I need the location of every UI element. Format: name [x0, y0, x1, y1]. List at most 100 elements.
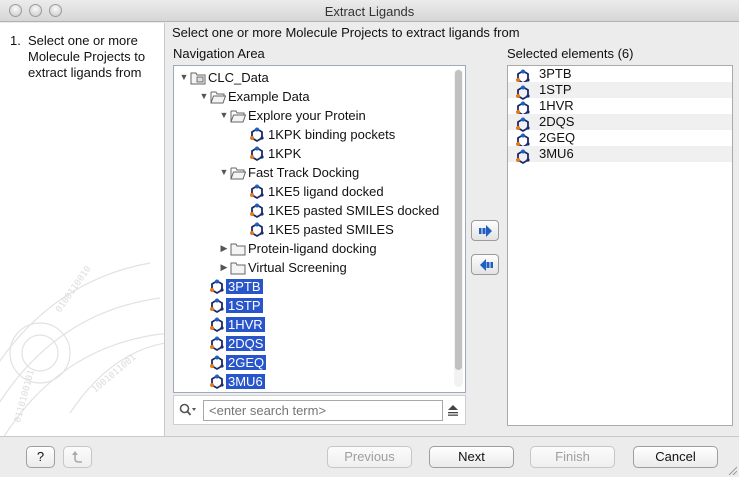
selected-element-item[interactable]: 3PTB: [508, 66, 732, 85]
selected-element-item[interactable]: 1HVR: [508, 98, 732, 117]
expanded-triangle-icon[interactable]: ▼: [218, 163, 230, 182]
folder-open-icon: [210, 87, 227, 106]
tree-item[interactable]: 2DQS: [198, 334, 266, 353]
selected-element-label: 3MU6: [539, 146, 574, 161]
svg-text:0110100101: 0110100101: [13, 369, 37, 424]
navigation-scrollbar[interactable]: [454, 69, 463, 387]
svg-text:1001011001: 1001011001: [91, 353, 139, 395]
folder-closed-icon: [230, 258, 246, 277]
molecule-project-icon: [250, 182, 266, 201]
tree-item[interactable]: ▶ Protein-ligand docking: [218, 239, 379, 258]
tree-item[interactable]: ▼ Explore your Protein: [218, 106, 368, 125]
title-bar: Extract Ligands: [0, 0, 739, 22]
tree-item[interactable]: 1KPK binding pockets: [238, 125, 397, 144]
help-button[interactable]: ?: [26, 446, 55, 468]
wizard-steps-panel: 1. Select one or more Molecule Projects …: [0, 23, 165, 436]
tree-item[interactable]: 1KE5 pasted SMILES: [238, 220, 396, 239]
selected-element-item[interactable]: 2DQS: [508, 114, 732, 133]
expanded-triangle-icon[interactable]: ▼: [218, 106, 230, 125]
tree-item[interactable]: ▼ Example Data: [198, 87, 312, 106]
tree-item-label: 1KPK binding pockets: [268, 127, 396, 142]
tree-item-label: Virtual Screening: [248, 260, 347, 275]
molecule-project-icon: [516, 115, 530, 133]
molecule-project-icon: [210, 353, 226, 372]
collapsed-triangle-icon[interactable]: ▶: [218, 239, 230, 258]
tree-item-label: Protein-ligand docking: [248, 241, 377, 256]
tree-item-label: 3MU6: [226, 374, 265, 389]
molecule-project-icon: [210, 277, 226, 296]
navigation-area-label: Navigation Area: [173, 46, 265, 61]
search-icon[interactable]: [179, 403, 197, 417]
selected-element-label: 2DQS: [539, 114, 575, 129]
arrow-left-icon: [480, 259, 493, 271]
folder-open-icon: [230, 163, 247, 182]
tree-item-label: CLC_Data: [208, 70, 269, 85]
tree-item-label: 3PTB: [226, 279, 263, 294]
cancel-button[interactable]: Cancel: [633, 446, 718, 468]
molecule-project-icon: [516, 83, 530, 101]
selected-element-item[interactable]: 1STP: [508, 82, 732, 101]
selected-element-item[interactable]: 2GEQ: [508, 130, 732, 149]
scrollbar-thumb[interactable]: [455, 70, 462, 370]
folder-open-icon: [230, 106, 247, 125]
expanded-triangle-icon[interactable]: ▼: [178, 68, 190, 87]
tree-item-label: 1KE5 pasted SMILES: [268, 222, 394, 237]
tree-item[interactable]: 1KE5 pasted SMILES docked: [238, 201, 441, 220]
next-button[interactable]: Next: [429, 446, 514, 468]
tree-item[interactable]: 1KPK: [238, 144, 303, 163]
tree-item[interactable]: ▼ Fast Track Docking: [218, 163, 361, 182]
molecule-project-icon: [250, 125, 266, 144]
selected-element-label: 3PTB: [539, 66, 572, 81]
reset-button[interactable]: [63, 446, 92, 468]
tree-item[interactable]: 1STP: [198, 296, 263, 315]
tree-item[interactable]: 1HVR: [198, 315, 265, 334]
tree-item-label: 1STP: [226, 298, 263, 313]
arrow-right-icon: [479, 225, 492, 237]
finish-button[interactable]: Finish: [530, 446, 615, 468]
window-title: Extract Ligands: [324, 4, 415, 19]
tree-item-label: 1HVR: [226, 317, 265, 332]
wizard-content: Select one or more Molecule Projects to …: [166, 23, 739, 436]
molecule-project-icon: [210, 315, 226, 334]
molecule-project-icon: [516, 99, 530, 117]
add-to-selection-button[interactable]: [471, 220, 499, 241]
search-options-icon[interactable]: [447, 405, 459, 416]
tree-item-label: 2DQS: [226, 336, 266, 351]
resize-grip-icon[interactable]: [727, 465, 737, 475]
remove-from-selection-button[interactable]: [471, 254, 499, 275]
wizard-step-text: Select one or more Molecule Projects to …: [28, 33, 146, 80]
molecule-project-icon: [210, 334, 226, 353]
tree-item-label: Fast Track Docking: [248, 165, 360, 180]
tree-item[interactable]: ▼ CLC_Data: [178, 68, 271, 87]
instruction-text: Select one or more Molecule Projects to …: [172, 25, 520, 40]
button-bar: ? Previous Next Finish Cancel: [0, 436, 739, 477]
selected-element-item[interactable]: 3MU6: [508, 146, 732, 165]
clc-swirl-logo: 0100110010 0110100101 1001011001: [0, 262, 164, 436]
previous-button[interactable]: Previous: [327, 446, 412, 468]
selected-elements-list[interactable]: 3PTB 1STP 1HVR 2DQS 2GEQ 3MU6: [507, 65, 733, 426]
tree-item[interactable]: 3MU6: [198, 372, 265, 391]
molecule-project-icon: [250, 201, 266, 220]
tree-item-label: 2GEQ: [226, 355, 267, 370]
tree-item[interactable]: 1KE5 ligand docked: [238, 182, 386, 201]
selected-elements-label: Selected elements (6): [507, 46, 634, 61]
tree-item[interactable]: 2GEQ: [198, 353, 267, 372]
molecule-project-icon: [210, 296, 226, 315]
molecule-project-icon: [516, 67, 530, 85]
molecule-project-icon: [516, 147, 530, 165]
molecule-project-icon: [250, 144, 266, 163]
search-input[interactable]: [203, 400, 443, 421]
svg-text:0100110010: 0100110010: [54, 265, 93, 315]
search-bar: [173, 395, 466, 425]
tree-item-label: 1KE5 ligand docked: [268, 184, 384, 199]
tree-item-label: Example Data: [228, 89, 310, 104]
tree-item[interactable]: 3PTB: [198, 277, 263, 296]
selected-element-label: 1STP: [539, 82, 572, 97]
molecule-project-icon: [516, 131, 530, 149]
molecule-project-icon: [250, 220, 266, 239]
expanded-triangle-icon[interactable]: ▼: [198, 87, 210, 106]
navigation-tree[interactable]: 3MU6 2GEQ 2DQS 1HVR 1STP 3PTB ▶ Virtual Screeni…: [173, 65, 466, 393]
collapsed-triangle-icon[interactable]: ▶: [218, 258, 230, 277]
tree-item-label: 1KPK: [268, 146, 302, 161]
tree-item[interactable]: ▶ Virtual Screening: [218, 258, 349, 277]
